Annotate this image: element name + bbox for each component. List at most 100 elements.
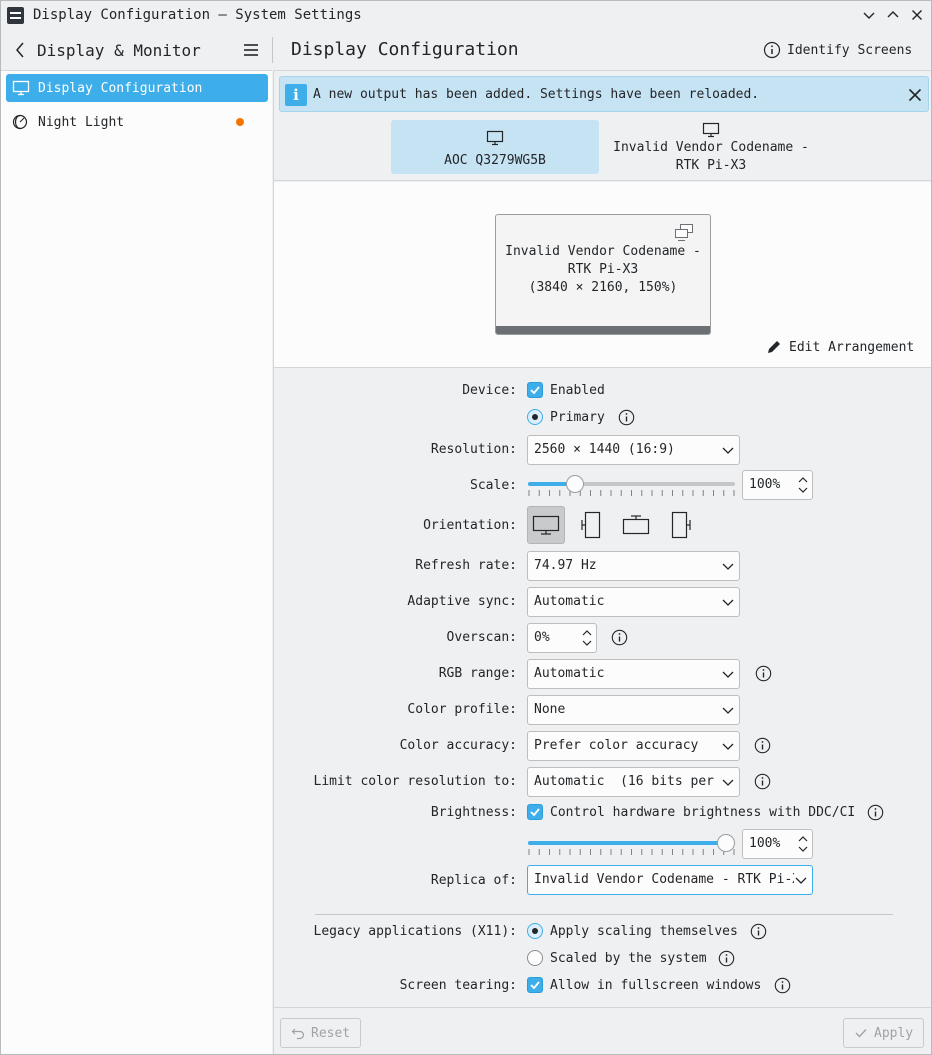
up-down-arrows-icon[interactable] [797, 833, 809, 855]
info-icon[interactable] [755, 665, 772, 682]
refresh-rate-value: 74.97 Hz [534, 558, 597, 573]
color-profile-label: Color profile: [407, 702, 517, 717]
page-title: Display Configuration [291, 39, 519, 60]
orientation-group [527, 506, 707, 544]
multi-screen-icon [675, 224, 693, 241]
brightness-slider-ticks [528, 849, 735, 855]
legacy-scaled-by-system-label: Scaled by the system [550, 951, 707, 966]
screen-tearing-label: Screen tearing: [399, 978, 517, 993]
info-icon[interactable] [750, 923, 767, 940]
legacy-apply-scaling-label: Apply scaling themselves [550, 924, 738, 939]
settings-form: Device: Enabled Primary Resolution: 2560… [274, 369, 931, 1007]
scale-label: Scale: [470, 478, 517, 493]
chevron-down-icon [722, 707, 734, 714]
system-settings-app-icon [7, 7, 24, 24]
sidebar-item-night-light[interactable]: Night Light [6, 108, 268, 136]
scale-slider[interactable] [528, 470, 735, 498]
chevron-down-icon [722, 743, 734, 750]
monitor-icon [12, 79, 30, 97]
resolution-combo[interactable]: 2560 × 1440 (16:9) [527, 435, 740, 465]
info-icon[interactable] [754, 737, 771, 754]
monitor-rotate-left-icon [581, 511, 601, 539]
monitor-rotate-right-icon [671, 511, 691, 539]
overscan-value: 0% [534, 630, 550, 645]
overscan-label: Overscan: [446, 630, 517, 645]
rgb-range-combo[interactable]: Automatic [527, 659, 740, 689]
pencil-icon [768, 341, 780, 353]
chevron-down-icon [722, 599, 734, 606]
output-tab-rtk[interactable]: Invalid Vendor Codename - RTK Pi-X3 [607, 120, 815, 174]
color-accuracy-label: Color accuracy: [399, 738, 517, 753]
orientation-landscape-button[interactable] [527, 506, 565, 544]
brightness-slider-fill [528, 841, 726, 845]
output-tab-aoc[interactable]: AOC Q3279WG5B [391, 120, 599, 174]
brightness-spinbox[interactable]: 100% [742, 829, 813, 859]
monitor-icon [486, 130, 504, 146]
edit-arrangement-label: Edit Arrangement [789, 339, 915, 355]
banner-message: A new output has been added. Settings ha… [313, 87, 760, 102]
sidebar-item-label: Night Light [38, 114, 125, 130]
legacy-apps-label: Legacy applications (X11): [313, 924, 518, 939]
hamburger-menu-button[interactable] [241, 40, 261, 60]
back-button[interactable] [11, 40, 31, 60]
chevron-down-icon [721, 775, 735, 789]
color-accuracy-combo[interactable]: Prefer color accuracy [527, 731, 740, 761]
info-icon[interactable] [754, 773, 771, 790]
rgb-range-value: Automatic [534, 666, 605, 681]
brightness-slider-handle[interactable] [717, 834, 735, 852]
adaptive-sync-combo[interactable]: Automatic [527, 587, 740, 617]
info-icon[interactable] [618, 409, 635, 426]
chevron-down-icon [794, 873, 808, 887]
refresh-rate-combo[interactable]: 74.97 Hz [527, 551, 740, 581]
orientation-portrait-left-button[interactable] [572, 506, 610, 544]
close-window-button[interactable] [907, 5, 927, 25]
info-icon[interactable] [611, 629, 628, 646]
ddc-brightness-checkbox[interactable] [527, 804, 543, 820]
info-icon[interactable] [774, 977, 791, 994]
refresh-rate-label: Refresh rate: [415, 558, 517, 573]
maximize-button[interactable] [883, 5, 903, 25]
brightness-slider[interactable] [528, 829, 735, 857]
enabled-label: Enabled [550, 383, 605, 398]
replica-of-combo[interactable]: Invalid Vendor Codename - RTK Pi-X3 [527, 865, 813, 895]
info-banner: i A new output has been added. Settings … [279, 76, 929, 112]
minimize-button[interactable] [859, 5, 879, 25]
scale-spinbox[interactable]: 100% [742, 470, 813, 500]
up-down-arrows-icon[interactable] [581, 627, 593, 649]
sidebar-header: Display & Monitor [1, 31, 272, 69]
monitor-preview[interactable]: Invalid Vendor Codename - RTK Pi-X3 (384… [495, 214, 711, 335]
monitor-flipped-icon [622, 515, 650, 535]
identify-screens-button[interactable]: Identify Screens [763, 39, 912, 61]
allow-tearing-checkbox[interactable] [527, 977, 543, 993]
orientation-portrait-right-button[interactable] [662, 506, 700, 544]
legacy-scaled-by-system-radio[interactable] [527, 950, 543, 966]
apply-button[interactable]: Apply [843, 1018, 925, 1048]
ddc-brightness-label: Control hardware brightness with DDC/CI [550, 805, 856, 820]
info-icon[interactable] [867, 804, 884, 821]
output-tab-label-line2: RTK Pi-X3 [675, 158, 747, 173]
reset-button[interactable]: Reset [280, 1018, 362, 1048]
chevron-down-icon [722, 447, 734, 454]
primary-radio[interactable] [527, 409, 543, 425]
orientation-flipped-button[interactable] [617, 506, 655, 544]
limit-color-resolution-combo[interactable]: Automatic (16 bits per [527, 767, 740, 797]
footer-bar: Reset Apply [274, 1007, 931, 1054]
legacy-apply-scaling-radio[interactable] [527, 923, 543, 939]
replica-of-label: Replica of: [430, 873, 517, 888]
info-icon[interactable] [718, 950, 735, 967]
reset-label: Reset [311, 1025, 351, 1041]
up-down-arrows-icon[interactable] [797, 474, 809, 496]
scale-slider-handle[interactable] [565, 475, 584, 493]
checkmark-icon [855, 1029, 867, 1038]
monitor-name-line1: Invalid Vendor Codename - [505, 244, 701, 259]
close-banner-button[interactable] [905, 85, 925, 105]
undo-icon [291, 1028, 305, 1040]
overscan-spinbox[interactable]: 0% [527, 623, 597, 653]
sidebar-item-display-configuration[interactable]: Display Configuration [6, 74, 268, 102]
brightness-value: 100% [749, 836, 781, 851]
output-tab-label-line1: Invalid Vendor Codename - [613, 140, 809, 155]
color-profile-combo[interactable]: None [527, 695, 740, 725]
edit-arrangement-button[interactable]: Edit Arrangement [766, 339, 914, 355]
enabled-checkbox[interactable] [527, 382, 543, 398]
info-banner-icon: i [285, 84, 307, 106]
